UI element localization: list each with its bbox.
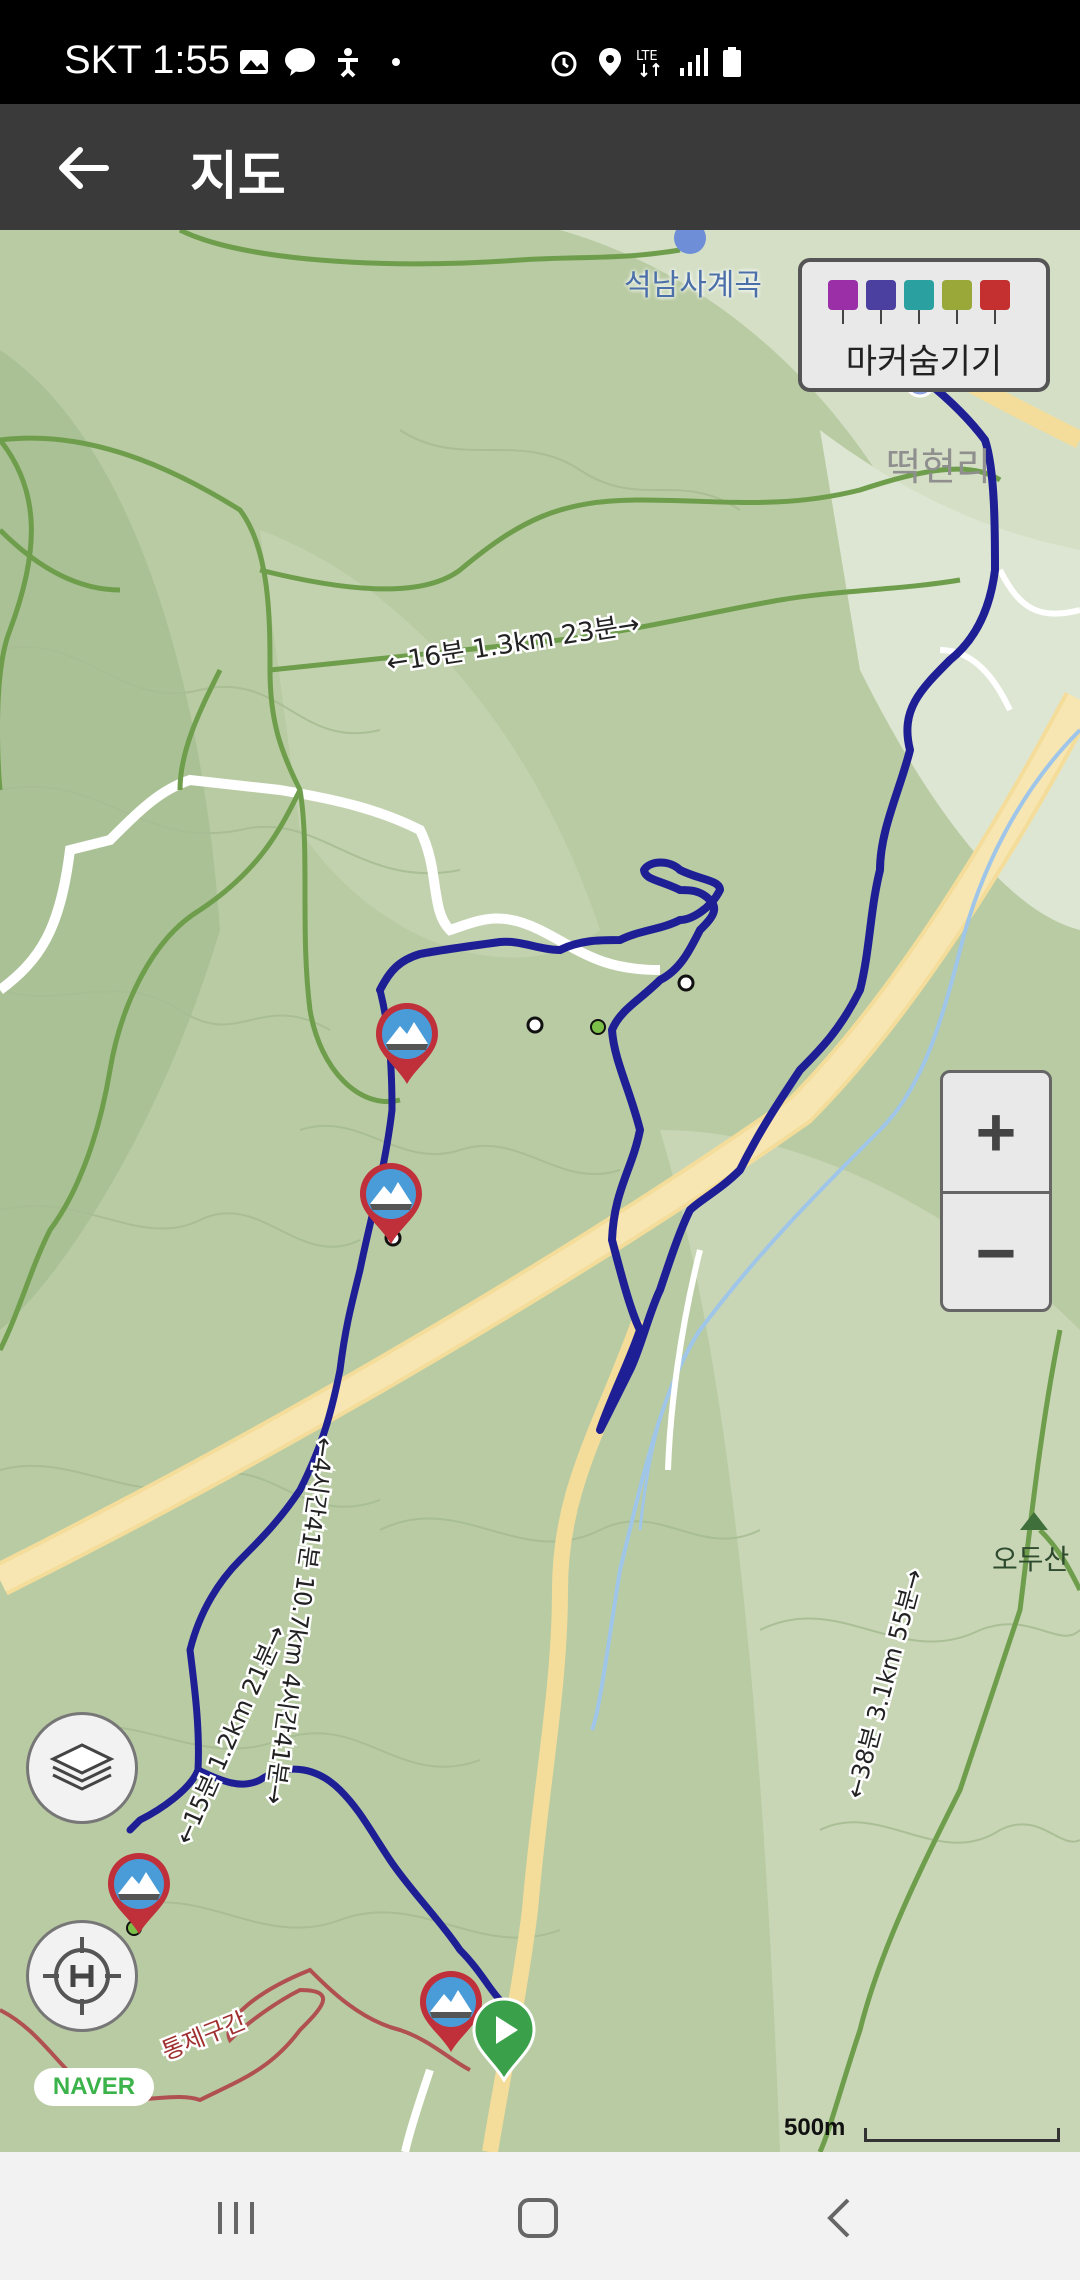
zoom-controls: + −	[940, 1070, 1052, 1312]
summit-pin-icon[interactable]	[356, 1160, 426, 1246]
restricted-zone-label: 통제구간	[158, 2007, 250, 2066]
locate-button[interactable]	[26, 1920, 138, 2032]
system-nav-bar	[0, 2152, 1080, 2280]
memo-icon	[942, 280, 972, 324]
pin-icon	[904, 280, 934, 324]
naver-logo: NAVER	[34, 2068, 154, 2106]
summit-pin-icon[interactable]	[372, 1000, 442, 1086]
page-title: 지도	[190, 148, 286, 206]
scale-bar	[864, 2128, 1060, 2142]
scale-label: 500m	[784, 2114, 846, 2141]
lte-icon: LTE	[636, 49, 660, 78]
app-bar: 지도	[0, 104, 1080, 230]
accessibility-icon	[338, 48, 358, 78]
gallery-icon	[240, 50, 268, 74]
crosshair-h-icon	[43, 1937, 121, 2015]
start-pin-icon[interactable]	[470, 1996, 538, 2082]
marker-type-icons	[828, 280, 1010, 326]
hide-markers-button[interactable]: 마커숨기기	[798, 258, 1050, 392]
layers-icon	[49, 1743, 115, 1791]
alarm-icon	[551, 51, 577, 77]
back-arrow-icon[interactable]	[44, 128, 124, 208]
segment-label: ←4시간41분 10.7km 4시간41분→	[260, 1435, 339, 1806]
segment-label: ←16분 1.3km 23분→	[384, 609, 641, 679]
location-icon	[599, 48, 621, 76]
flag-icon	[980, 280, 1010, 324]
segment-label: ←38분 3.1km 55분→	[841, 1566, 929, 1801]
battery-icon	[723, 47, 741, 77]
svg-text:LTE: LTE	[636, 49, 658, 64]
hide-markers-label: 마커숨기기	[845, 343, 1003, 381]
map-view[interactable]: 석남사계곡 떡현리 오두산 ←16분 1.3km 23분→ ←4시간41분 10…	[0, 230, 1080, 2152]
zoom-out-button[interactable]: −	[943, 1194, 1049, 1312]
video-icon	[866, 280, 896, 324]
carrier-time: SKT 1:55	[64, 38, 231, 82]
recent-apps-icon[interactable]	[206, 2188, 266, 2248]
status-bar: SKT 1:55 LTE	[0, 0, 1080, 104]
layers-button[interactable]	[26, 1712, 138, 1824]
home-icon[interactable]	[508, 2188, 568, 2248]
dot-icon	[392, 58, 400, 66]
signal-icon	[680, 48, 708, 76]
back-icon[interactable]	[810, 2188, 870, 2248]
talk-icon	[285, 48, 315, 76]
camera-icon	[828, 280, 858, 324]
zoom-in-button[interactable]: +	[943, 1073, 1049, 1191]
